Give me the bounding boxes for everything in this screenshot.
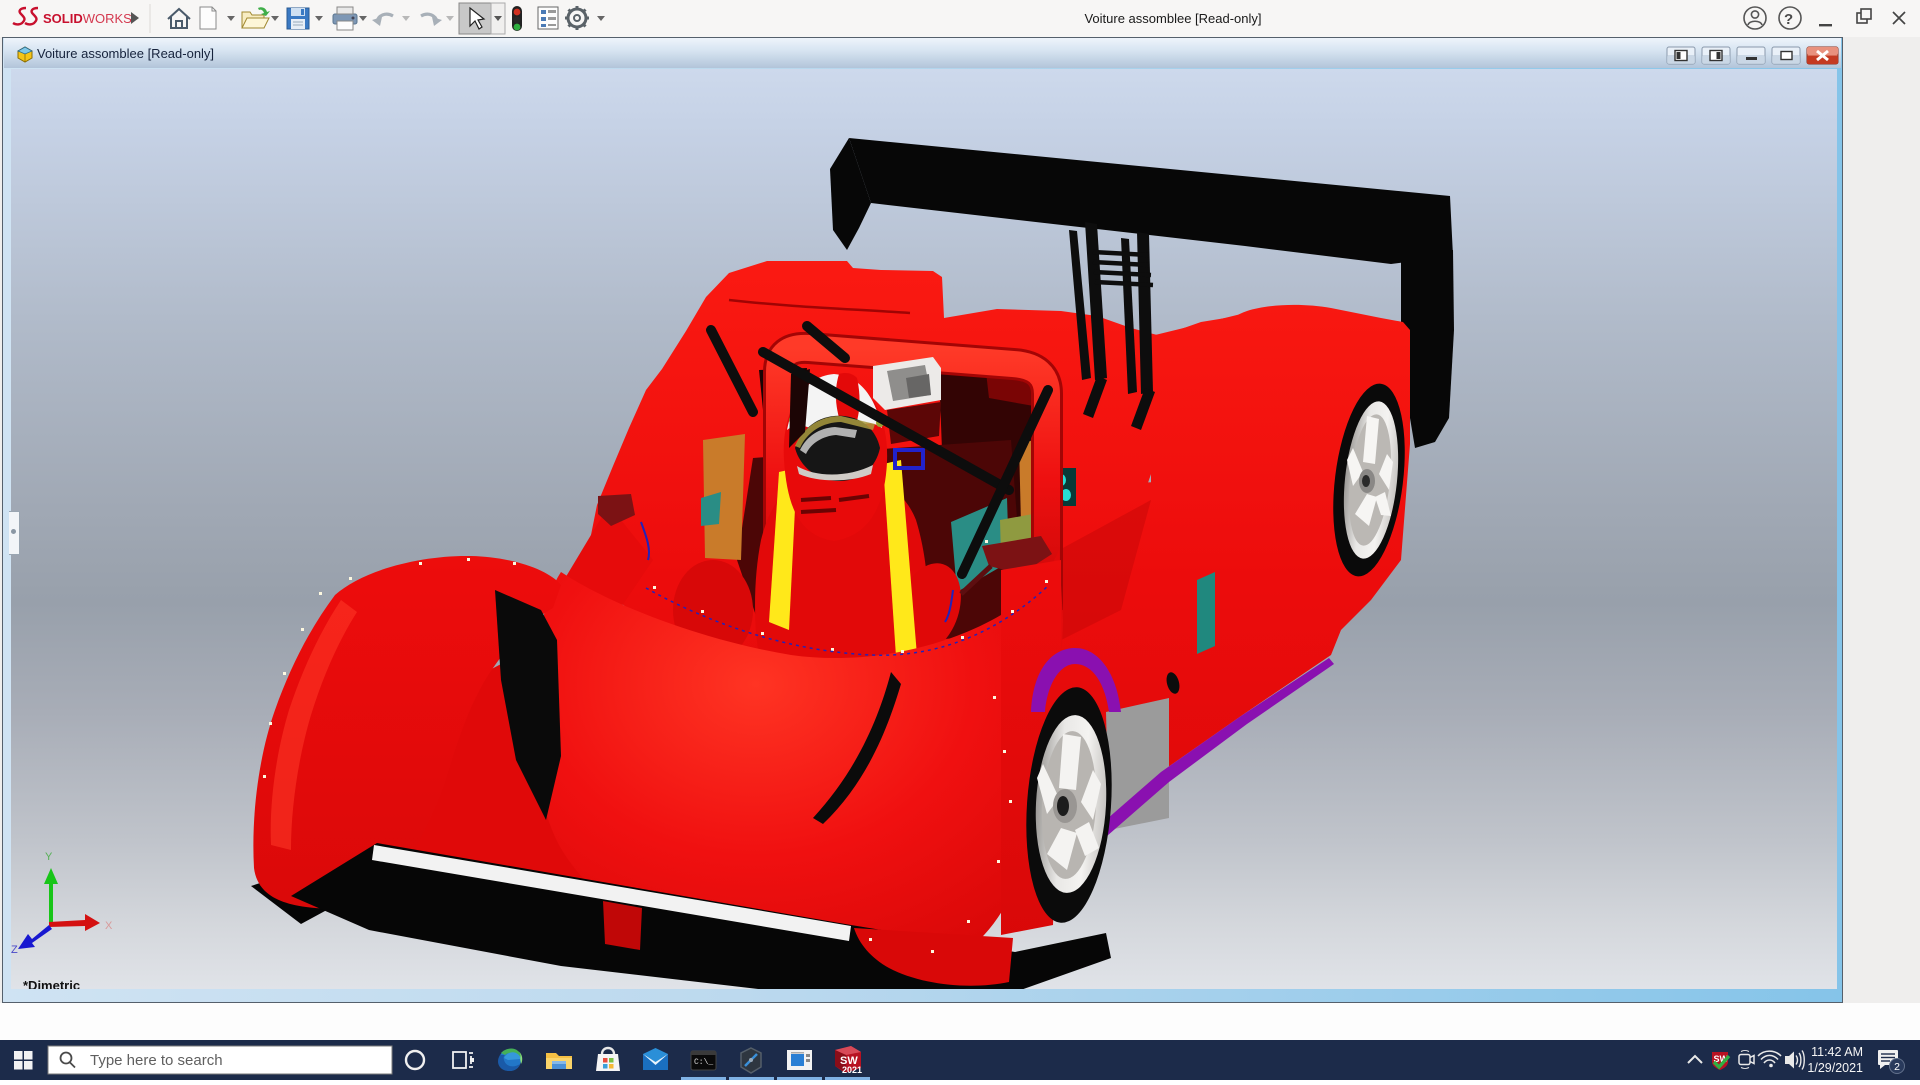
svg-text:?: ? xyxy=(1784,11,1793,28)
svg-text:Z: Z xyxy=(11,944,18,956)
svg-text:SOLIDWORKS: SOLIDWORKS xyxy=(43,11,132,26)
svg-text:11:42 AM: 11:42 AM xyxy=(1811,1045,1863,1059)
svg-text:Type here to search: Type here to search xyxy=(90,1052,223,1069)
svg-text:X: X xyxy=(105,920,113,932)
svg-text:2: 2 xyxy=(1894,1061,1900,1073)
svg-text:2021: 2021 xyxy=(842,1065,862,1075)
svg-text:Y: Y xyxy=(45,851,53,863)
svg-text:1/29/2021: 1/29/2021 xyxy=(1807,1061,1863,1075)
svg-text:*Dimetric: *Dimetric xyxy=(23,978,80,989)
svg-text:Voiture assomblee [Read-only]: Voiture assomblee [Read-only] xyxy=(37,46,214,61)
svg-text:C:\_: C:\_ xyxy=(694,1058,713,1067)
